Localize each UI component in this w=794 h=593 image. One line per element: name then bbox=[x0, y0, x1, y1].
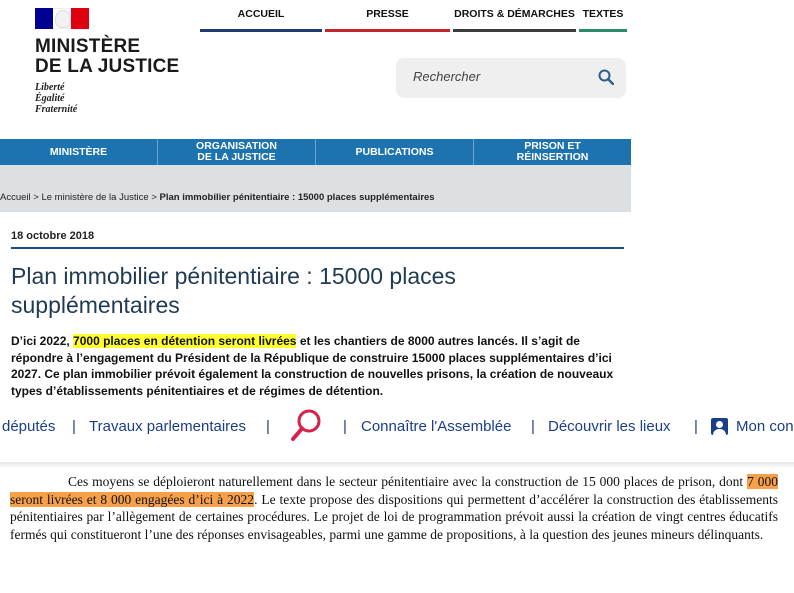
menu-separator: | bbox=[531, 418, 535, 435]
breadcrumb-separator: > bbox=[33, 192, 39, 203]
legislative-paragraph: Ces moyens se déploieront naturellement … bbox=[10, 473, 778, 543]
menu-shadow bbox=[0, 462, 794, 468]
topnav-textes[interactable]: TEXTES bbox=[579, 0, 627, 32]
article-date: 18 octobre 2018 bbox=[11, 230, 95, 242]
article-lead: D’ici 2022, 7000 places en détention ser… bbox=[11, 333, 623, 399]
breadcrumb-separator: > bbox=[151, 192, 157, 203]
menu-connaitre-assemblee[interactable]: Connaître l'Assemblée bbox=[361, 418, 511, 435]
menu-separator: | bbox=[266, 418, 270, 435]
mainnav-prison-reinsertion[interactable]: PRISON ET RÉINSERTION bbox=[474, 139, 631, 165]
menu-deputes[interactable]: députés bbox=[2, 418, 55, 435]
legal-text-start: Ces moyens se déploieront naturellement … bbox=[68, 474, 748, 489]
breadcrumb-current: Plan immobilier pénitentiaire : 15000 pl… bbox=[159, 192, 435, 203]
menu-separator: | bbox=[694, 418, 698, 435]
magnifier-icon[interactable] bbox=[288, 408, 324, 444]
title-divider bbox=[11, 247, 624, 249]
marianne-icon bbox=[55, 10, 71, 28]
justice-site-panel: MINISTÈRE DE LA JUSTICE Liberté Égalité … bbox=[0, 0, 631, 400]
mainnav-ministere[interactable]: MINISTÈRE bbox=[0, 139, 158, 165]
menu-separator: | bbox=[72, 418, 76, 435]
breadcrumb: Accueil > Le ministère de la Justice > P… bbox=[0, 192, 435, 203]
lead-highlight: 7000 places en détention seront livrées bbox=[73, 334, 297, 348]
lead-text-start: D’ici 2022, bbox=[11, 334, 74, 348]
ministry-logo[interactable]: MINISTÈRE DE LA JUSTICE Liberté Égalité … bbox=[35, 8, 195, 115]
main-navigation: MINISTÈRE ORGANISATION DE LA JUSTICE PUB… bbox=[0, 139, 631, 165]
topnav-accueil[interactable]: ACCUEIL bbox=[200, 0, 322, 32]
search-icon[interactable] bbox=[598, 69, 614, 85]
top-navigation: ACCUEIL PRESSE DROITS & DÉMARCHES TEXTES bbox=[200, 0, 630, 32]
breadcrumb-bar: Accueil > Le ministère de la Justice > P… bbox=[0, 165, 631, 212]
breadcrumb-ministere[interactable]: Le ministère de la Justice bbox=[41, 192, 148, 203]
user-icon[interactable] bbox=[711, 418, 728, 435]
republic-motto: Liberté Égalité Fraternité bbox=[35, 82, 78, 115]
ministry-name: MINISTÈRE DE LA JUSTICE bbox=[35, 36, 180, 77]
breadcrumb-home[interactable]: Accueil bbox=[0, 192, 31, 203]
menu-decouvrir-lieux[interactable]: Découvrir les lieux bbox=[548, 418, 671, 435]
mainnav-publications[interactable]: PUBLICATIONS bbox=[316, 139, 474, 165]
search-placeholder: Rechercher bbox=[413, 69, 481, 84]
menu-separator: | bbox=[343, 418, 347, 435]
assemblee-menu-bar: députés | Travaux parlementaires | | Con… bbox=[0, 400, 794, 466]
mainnav-organisation[interactable]: ORGANISATION DE LA JUSTICE bbox=[158, 139, 316, 165]
topnav-presse[interactable]: PRESSE bbox=[325, 0, 450, 32]
search-box[interactable]: Rechercher bbox=[396, 58, 626, 98]
menu-mon-compte[interactable]: Mon con bbox=[736, 418, 794, 435]
article-title: Plan immobilier pénitentiaire : 15000 pl… bbox=[11, 263, 456, 318]
topnav-droits-demarches[interactable]: DROITS & DÉMARCHES bbox=[453, 0, 576, 32]
menu-travaux-parlementaires[interactable]: Travaux parlementaires bbox=[89, 418, 246, 435]
